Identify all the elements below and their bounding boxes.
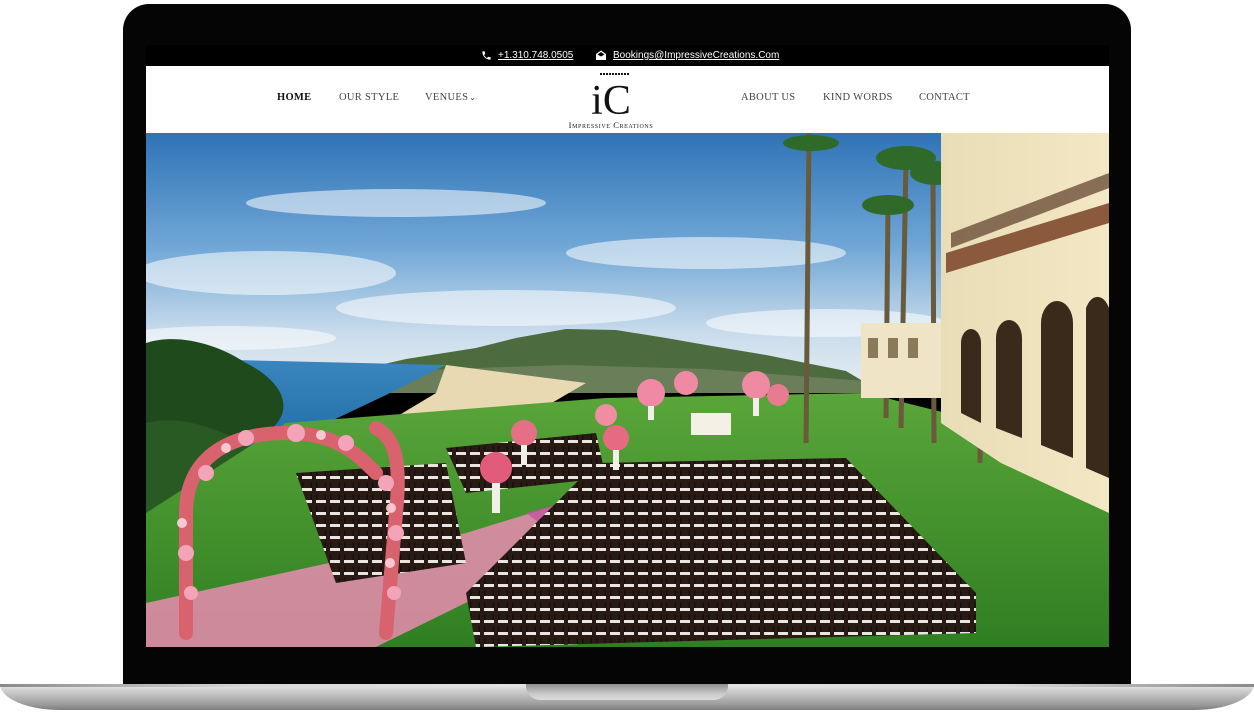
envelope-icon bbox=[596, 50, 606, 60]
phone-number[interactable]: +1.310.748.0505 bbox=[498, 50, 573, 61]
nav-contact[interactable]: CONTACT bbox=[919, 92, 970, 103]
chevron-down-icon: ⌄ bbox=[469, 93, 477, 102]
main-navigation: HOME OUR STYLE VENUES⌄ iC Impressive Cre… bbox=[146, 66, 1109, 133]
nav-venues-label: VENUES bbox=[425, 92, 469, 103]
phone-link[interactable]: +1.310.748.0505 bbox=[481, 50, 573, 61]
email-address[interactable]: Bookings@ImpressiveCreations.Com bbox=[613, 50, 779, 61]
browser-screen: +1.310.748.0505 Bookings@ImpressiveCreat… bbox=[146, 45, 1109, 647]
contact-bar: +1.310.748.0505 Bookings@ImpressiveCreat… bbox=[146, 45, 1109, 66]
email-link[interactable]: Bookings@ImpressiveCreations.Com bbox=[595, 50, 779, 61]
nav-kind-words[interactable]: KIND WORDS bbox=[823, 92, 893, 103]
nav-home[interactable]: HOME bbox=[277, 92, 311, 103]
phone-icon bbox=[482, 51, 491, 60]
logo-monogram: iC bbox=[591, 73, 631, 118]
nav-about-us[interactable]: ABOUT US bbox=[741, 92, 795, 103]
svg-text:iC: iC bbox=[591, 78, 631, 118]
site-logo[interactable]: iC Impressive Creations bbox=[556, 70, 666, 130]
laptop-notch bbox=[526, 684, 728, 700]
hero-image bbox=[146, 133, 1109, 647]
nav-venues[interactable]: VENUES⌄ bbox=[425, 92, 476, 103]
nav-our-style[interactable]: OUR STYLE bbox=[339, 92, 399, 103]
logo-wordmark: Impressive Creations bbox=[568, 120, 654, 130]
